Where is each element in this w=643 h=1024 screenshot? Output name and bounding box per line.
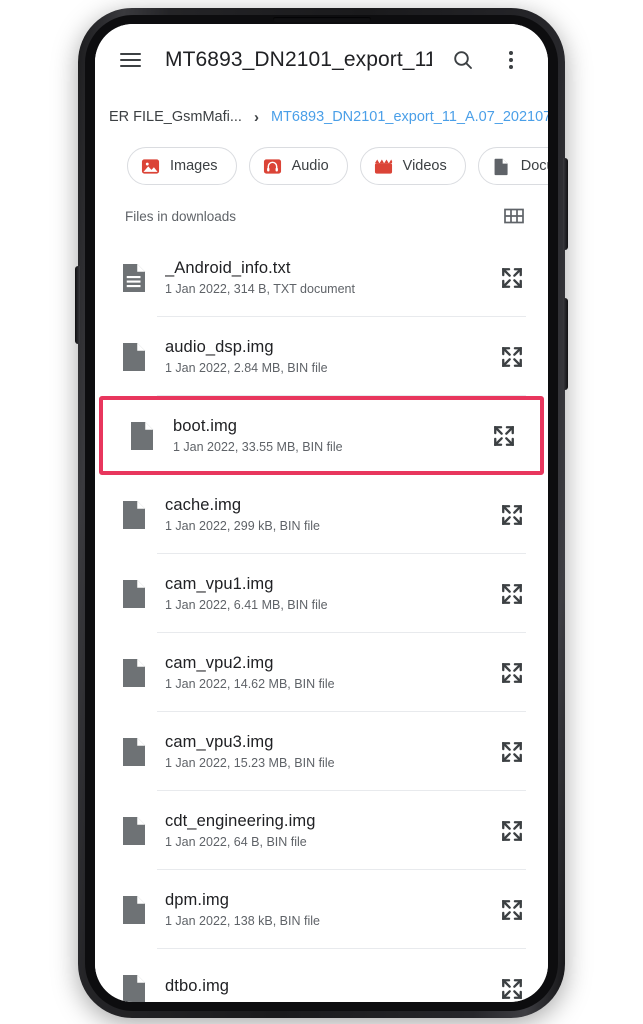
table-row[interactable]: cdt_engineering.img 1 Jan 2022, 64 B, BI… <box>95 791 548 870</box>
hamburger-menu-icon <box>119 49 141 71</box>
search-button[interactable] <box>446 43 480 77</box>
expand-arrows-icon[interactable] <box>498 343 526 371</box>
blank-document-icon <box>123 737 145 766</box>
text-document-icon <box>123 263 145 292</box>
table-row[interactable]: dtbo.img <box>95 949 548 1002</box>
file-name: cache.img <box>165 496 242 514</box>
expand-arrows-icon[interactable] <box>498 896 526 924</box>
chip-documents-label: Documents <box>520 158 548 174</box>
file-name: cdt_engineering.img <box>165 812 316 830</box>
table-row[interactable]: dpm.img 1 Jan 2022, 138 kB, BIN file <box>95 870 548 949</box>
breadcrumb-parent[interactable]: ER FILE_GsmMafi... <box>109 109 242 125</box>
expand-arrows-icon[interactable] <box>498 580 526 608</box>
blank-document-icon <box>131 421 153 450</box>
file-info: cam_vpu1.img 1 Jan 2022, 6.41 MB, BIN fi… <box>165 575 480 612</box>
blank-document-icon <box>123 342 145 371</box>
expand-arrows-icon[interactable] <box>498 738 526 766</box>
volume-up-button[interactable] <box>563 158 568 250</box>
file-info: cam_vpu2.img 1 Jan 2022, 14.62 MB, BIN f… <box>165 654 480 691</box>
file-meta: 1 Jan 2022, 6.41 MB, BIN file <box>165 598 328 612</box>
file-info: dpm.img 1 Jan 2022, 138 kB, BIN file <box>165 891 480 928</box>
file-meta: 1 Jan 2022, 33.55 MB, BIN file <box>173 440 343 454</box>
chip-audio-label: Audio <box>291 158 329 174</box>
file-info: cam_vpu3.img 1 Jan 2022, 15.23 MB, BIN f… <box>165 733 480 770</box>
phone-device-frame: MT6893_DN2101_export_11... ER FILE_GsmMa… <box>75 8 568 1018</box>
table-row[interactable]: cache.img 1 Jan 2022, 299 kB, BIN file <box>95 475 548 554</box>
expand-arrows-icon[interactable] <box>490 422 518 450</box>
file-meta: 1 Jan 2022, 15.23 MB, BIN file <box>165 756 335 770</box>
blank-document-icon <box>123 816 145 845</box>
app-bar: MT6893_DN2101_export_11... <box>95 24 548 96</box>
file-list[interactable]: _Android_info.txt 1 Jan 2022, 314 B, TXT… <box>95 238 548 1002</box>
table-row[interactable]: _Android_info.txt 1 Jan 2022, 314 B, TXT… <box>95 238 548 317</box>
chip-images[interactable]: Images <box>127 147 237 185</box>
filter-chip-row: Images Audio Videos Doc <box>95 138 548 194</box>
file-meta: 1 Jan 2022, 138 kB, BIN file <box>165 914 320 928</box>
file-meta: 1 Jan 2022, 314 B, TXT document <box>165 282 355 296</box>
file-name: audio_dsp.img <box>165 338 274 356</box>
file-info: _Android_info.txt 1 Jan 2022, 314 B, TXT… <box>165 259 480 296</box>
blank-document-icon <box>123 895 145 924</box>
file-meta: 1 Jan 2022, 2.84 MB, BIN file <box>165 361 328 375</box>
section-title: Files in downloads <box>125 208 237 224</box>
chip-videos[interactable]: Videos <box>359 147 466 185</box>
file-info: audio_dsp.img 1 Jan 2022, 2.84 MB, BIN f… <box>165 338 480 375</box>
earpiece-speaker <box>272 17 371 22</box>
file-name: dtbo.img <box>165 977 230 995</box>
expand-arrows-icon[interactable] <box>498 817 526 845</box>
power-button[interactable] <box>75 266 80 344</box>
file-name: _Android_info.txt <box>165 259 291 277</box>
file-info: cache.img 1 Jan 2022, 299 kB, BIN file <box>165 496 480 533</box>
blank-document-icon <box>123 579 145 608</box>
breadcrumb: ER FILE_GsmMafi... › MT6893_DN2101_expor… <box>95 96 548 138</box>
overflow-menu-button[interactable] <box>494 43 528 77</box>
volume-down-button[interactable] <box>563 298 568 390</box>
phone-screen: MT6893_DN2101_export_11... ER FILE_GsmMa… <box>95 24 548 1002</box>
search-icon <box>454 51 472 69</box>
file-name: dpm.img <box>165 891 229 909</box>
file-name: boot.img <box>173 417 238 435</box>
screenshot-stage: MT6893_DN2101_export_11... ER FILE_GsmMa… <box>0 0 643 1024</box>
expand-arrows-icon[interactable] <box>498 501 526 529</box>
blank-document-icon <box>123 974 145 1002</box>
file-meta: 1 Jan 2022, 64 B, BIN file <box>165 835 307 849</box>
clapboard-icon <box>374 158 392 174</box>
section-header: Files in downloads <box>95 194 548 238</box>
blank-document-icon <box>123 500 145 529</box>
chip-videos-label: Videos <box>402 158 447 174</box>
image-icon <box>141 158 160 174</box>
file-info: dtbo.img <box>165 977 480 1000</box>
breadcrumb-current[interactable]: MT6893_DN2101_export_11_A.07_202107... <box>271 109 548 125</box>
chevron-right-icon: › <box>253 108 259 126</box>
document-icon <box>494 158 508 175</box>
table-row[interactable]: audio_dsp.img 1 Jan 2022, 2.84 MB, BIN f… <box>95 317 548 396</box>
file-info: cdt_engineering.img 1 Jan 2022, 64 B, BI… <box>165 812 480 849</box>
headphone-icon <box>263 158 281 174</box>
chip-documents[interactable]: Documents <box>477 147 548 185</box>
more-vert-icon <box>509 48 513 72</box>
table-row[interactable]: cam_vpu1.img 1 Jan 2022, 6.41 MB, BIN fi… <box>95 554 548 633</box>
table-row[interactable]: cam_vpu2.img 1 Jan 2022, 14.62 MB, BIN f… <box>95 633 548 712</box>
blank-document-icon <box>123 658 145 687</box>
hamburger-menu-button[interactable] <box>113 43 147 77</box>
file-meta: 1 Jan 2022, 14.62 MB, BIN file <box>165 677 335 691</box>
table-row-highlighted[interactable]: boot.img 1 Jan 2022, 33.55 MB, BIN file <box>99 396 544 475</box>
file-meta: 1 Jan 2022, 299 kB, BIN file <box>165 519 320 533</box>
table-row[interactable]: cam_vpu3.img 1 Jan 2022, 15.23 MB, BIN f… <box>95 712 548 791</box>
file-name: cam_vpu2.img <box>165 654 274 672</box>
file-name: cam_vpu3.img <box>165 733 274 751</box>
expand-arrows-icon[interactable] <box>498 659 526 687</box>
grid-view-icon[interactable] <box>502 204 526 228</box>
file-info: boot.img 1 Jan 2022, 33.55 MB, BIN file <box>173 417 472 454</box>
file-name: cam_vpu1.img <box>165 575 274 593</box>
expand-arrows-icon[interactable] <box>498 264 526 292</box>
page-title: MT6893_DN2101_export_11... <box>165 48 432 71</box>
expand-arrows-icon[interactable] <box>498 975 526 1003</box>
chip-audio[interactable]: Audio <box>248 147 348 185</box>
chip-images-label: Images <box>170 158 218 174</box>
files-app: MT6893_DN2101_export_11... ER FILE_GsmMa… <box>95 24 548 1002</box>
